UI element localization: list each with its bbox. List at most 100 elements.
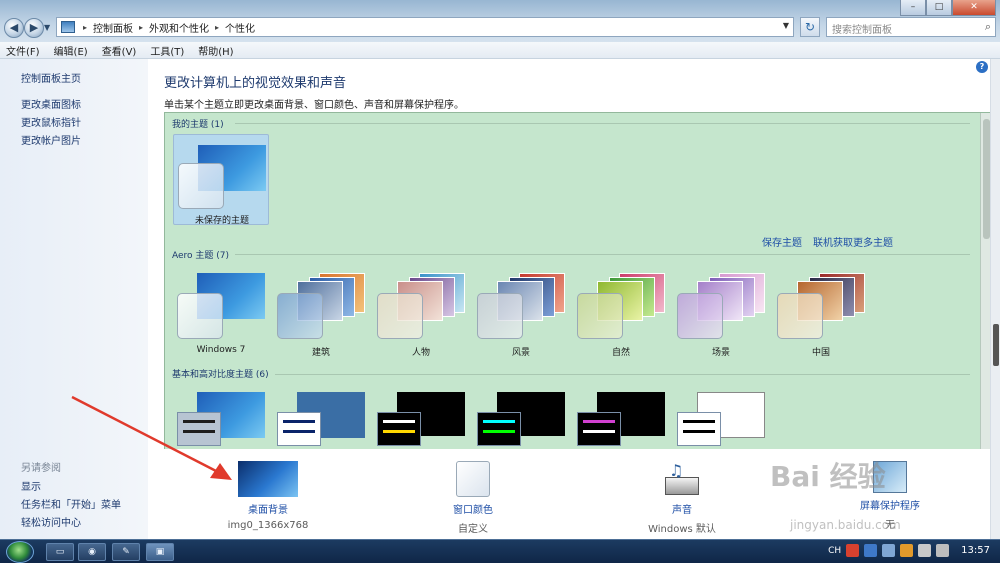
search-icon: ⌕ — [984, 20, 991, 33]
theme-landscapes[interactable]: 风景 — [473, 273, 569, 363]
theme-high-contrast-white[interactable] — [673, 392, 769, 449]
forward-button[interactable]: ▶ — [24, 18, 44, 38]
chevron-down-icon[interactable]: ▼ — [783, 21, 789, 30]
option-name: 声音 — [672, 505, 692, 516]
menu-edit[interactable]: 编辑(E) — [54, 43, 88, 58]
breadcrumb-personalization[interactable]: 个性化 — [225, 20, 255, 35]
theme-high-contrast-2[interactable] — [473, 392, 569, 449]
theme-color-swatch — [177, 293, 223, 339]
theme-name: 建筑 — [311, 348, 330, 358]
control-panel-taskbar-icon[interactable]: ▣ — [146, 543, 174, 561]
theme-people[interactable]: 人物 — [373, 273, 469, 363]
menu-bar: 文件(F) 编辑(E) 查看(V) 工具(T) 帮助(H) — [0, 42, 1000, 59]
option-value: 自定义 — [458, 524, 488, 535]
window-color-option[interactable]: 窗口颜色 自定义 — [423, 461, 523, 535]
theme-windows7-basic[interactable] — [173, 392, 269, 449]
link-change-desktop-icons[interactable]: 更改桌面图标 — [21, 96, 81, 111]
baidu-watermark-url: jingyan.baidu.com — [790, 518, 901, 532]
theme-high-contrast-1[interactable] — [373, 392, 469, 449]
menu-view[interactable]: 查看(V) — [102, 43, 137, 58]
page-title: 更改计算机上的视觉效果和声音 — [164, 76, 347, 91]
control-panel-icon — [61, 21, 75, 33]
theme-high-contrast-black[interactable] — [573, 392, 669, 449]
clock[interactable]: 13:57 — [961, 545, 990, 556]
baidu-watermark: Bai 经验 — [770, 460, 886, 493]
volume-icon[interactable] — [936, 544, 950, 557]
minimize-button[interactable]: – — [900, 0, 926, 16]
page-subtitle: 单击某个主题立即更改桌面背景、窗口颜色、声音和屏幕保护程序。 — [164, 100, 464, 111]
link-change-mouse-pointer[interactable]: 更改鼠标指针 — [21, 114, 81, 129]
breadcrumb-appearance[interactable]: 外观和个性化 — [149, 20, 209, 35]
link-display[interactable]: 显示 — [21, 478, 41, 493]
language-indicator[interactable]: CH — [828, 546, 841, 556]
link-control-panel-home[interactable]: 控制面板主页 — [21, 70, 81, 85]
save-theme-link[interactable]: 保存主题 — [762, 234, 802, 249]
sounds-option[interactable]: ♫ 声音 Windows 默认 — [632, 461, 732, 535]
tray-icon[interactable] — [882, 544, 896, 557]
title-bar: ◀ ▶ ▼ ▸ 控制面板 ▸ 外观和个性化 ▸ 个性化 ▼ ↻ 搜索控制面板 ⌕… — [0, 0, 1000, 42]
maximize-button[interactable]: □ — [926, 0, 952, 16]
desktop-background-icon — [238, 461, 298, 497]
window-color-icon — [456, 461, 490, 497]
aero-themes-label: Aero 主题 (7) — [172, 251, 230, 261]
theme-architecture[interactable]: 建筑 — [273, 273, 369, 363]
theme-color-swatch — [177, 412, 221, 446]
help-tray-icon[interactable] — [864, 544, 878, 557]
theme-color-swatch — [377, 293, 423, 339]
theme-name: 人物 — [411, 348, 430, 358]
option-name: 桌面背景 — [248, 505, 288, 516]
explorer-taskbar-icon[interactable]: ▭ — [46, 543, 74, 561]
theme-unsaved[interactable]: 未保存的主题 — [173, 134, 269, 226]
network-icon[interactable] — [918, 544, 932, 557]
theme-name: 场景 — [711, 348, 730, 358]
tool-taskbar-icon[interactable]: ✎ — [112, 543, 140, 561]
menu-file[interactable]: 文件(F) — [6, 43, 40, 58]
system-tray: CH 13:57 — [828, 544, 990, 557]
browser-taskbar-icon[interactable]: ◉ — [78, 543, 106, 561]
theme-windows7[interactable]: Windows 7 — [173, 273, 269, 363]
sound-piano-icon: ♫ — [663, 461, 701, 497]
theme-color-swatch — [277, 293, 323, 339]
theme-scenes[interactable]: 场景 — [673, 273, 769, 363]
menu-tools[interactable]: 工具(T) — [150, 43, 184, 58]
back-button[interactable]: ◀ — [4, 18, 24, 38]
taskbar: ▭ ◉ ✎ ▣ CH 13:57 — [0, 539, 1000, 563]
theme-windows-classic[interactable] — [273, 392, 369, 449]
input-method-icon[interactable] — [846, 544, 860, 557]
link-taskbar-start-menu[interactable]: 任务栏和「开始」菜单 — [21, 496, 121, 511]
theme-china[interactable]: 中国 — [773, 273, 869, 363]
address-bar[interactable]: ▸ 控制面板 ▸ 外观和个性化 ▸ 个性化 ▼ — [56, 17, 794, 37]
close-button[interactable]: ✕ — [952, 0, 996, 16]
desktop-background-option[interactable]: 桌面背景 img0_1366x768 — [218, 461, 318, 531]
search-input[interactable]: 搜索控制面板 ⌕ — [826, 17, 996, 37]
basic-themes-label: 基本和高对比度主题 (6) — [172, 370, 269, 380]
left-pane: 控制面板主页 更改桌面图标 更改鼠标指针 更改帐户图片 另请参阅 显示 任务栏和… — [0, 59, 148, 539]
recent-pages-icon[interactable]: ▼ — [44, 23, 54, 33]
my-themes-label: 我的主题 (1) — [172, 120, 224, 130]
get-more-themes-link[interactable]: 联机获取更多主题 — [813, 234, 893, 249]
window-controls: – □ ✕ — [900, 0, 996, 16]
search-placeholder: 搜索控制面板 — [832, 25, 892, 36]
theme-color-swatch — [677, 412, 721, 446]
option-value: img0_1366x768 — [227, 520, 309, 531]
link-ease-of-access[interactable]: 轻松访问中心 — [21, 514, 81, 529]
security-icon[interactable] — [900, 544, 914, 557]
option-value: Windows 默认 — [648, 524, 716, 535]
theme-name: 风景 — [511, 348, 530, 358]
link-change-account-picture[interactable]: 更改帐户图片 — [21, 132, 81, 147]
start-button[interactable] — [6, 541, 34, 563]
theme-color-swatch — [477, 293, 523, 339]
see-also-heading: 另请参阅 — [21, 463, 61, 474]
menu-help[interactable]: 帮助(H) — [198, 43, 233, 58]
theme-color-swatch — [577, 293, 623, 339]
theme-color-swatch — [377, 412, 421, 446]
breadcrumb-control-panel[interactable]: 控制面板 — [93, 20, 133, 35]
window-scrollbar[interactable] — [990, 59, 1000, 539]
theme-gallery: 我的主题 (1) 未保存的主题 保存主题 联机获取更多主题 Aero 主题 (7… — [164, 112, 993, 450]
theme-name: 自然 — [611, 348, 630, 358]
theme-color-swatch — [677, 293, 723, 339]
help-icon[interactable]: ? — [976, 61, 988, 73]
theme-nature[interactable]: 自然 — [573, 273, 669, 363]
refresh-button[interactable]: ↻ — [800, 17, 820, 37]
theme-name: Windows 7 — [196, 345, 246, 355]
